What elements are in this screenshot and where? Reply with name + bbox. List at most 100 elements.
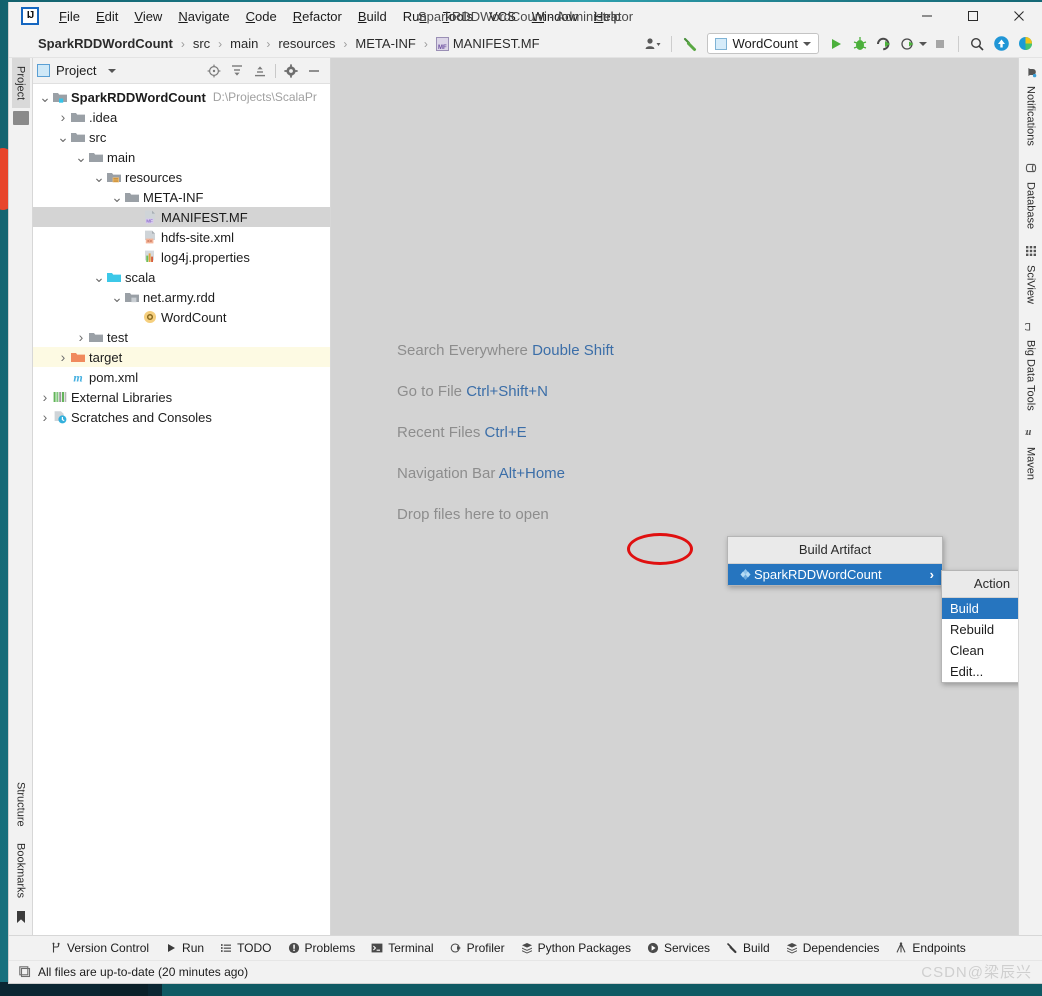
- build-artifact-item-sparkrddwordcount[interactable]: SparkRDDWordCount ›: [728, 564, 942, 585]
- chevron-right-icon[interactable]: ›: [57, 349, 69, 365]
- menu-item-view[interactable]: View: [126, 5, 170, 28]
- user-account-icon[interactable]: [642, 33, 664, 55]
- tree-node-scala[interactable]: ⌄ scala: [33, 267, 330, 287]
- folder-icon: [69, 109, 86, 125]
- maximize-icon[interactable]: [950, 2, 996, 30]
- chevron-down-icon[interactable]: ⌄: [93, 170, 105, 184]
- sidebar-item-sciview[interactable]: SciView: [1022, 237, 1040, 312]
- action-item-edit[interactable]: Edit...: [942, 661, 1018, 682]
- run-with-coverage-icon[interactable]: [873, 33, 895, 55]
- settings-gear-icon[interactable]: [283, 63, 299, 79]
- tool-window-todo[interactable]: TODO: [213, 939, 278, 957]
- sidebar-item-notifications[interactable]: Notifications: [1022, 58, 1040, 154]
- tree-node-manifest-mf[interactable]: MF MANIFEST.MF: [33, 207, 330, 227]
- tool-window-dependencies[interactable]: Dependencies: [779, 939, 887, 957]
- menu-item-navigate[interactable]: Navigate: [170, 5, 237, 28]
- minimize-icon[interactable]: [904, 2, 950, 30]
- external-libraries-icon: [51, 389, 68, 405]
- action-item-clean[interactable]: Clean: [942, 640, 1018, 661]
- menu-item-code[interactable]: Code: [238, 5, 285, 28]
- chevron-down-icon[interactable]: ⌄: [93, 270, 105, 284]
- tree-node-net-army-rdd[interactable]: ⌄ net.army.rdd: [33, 287, 330, 307]
- tool-window-profiler[interactable]: Profiler: [443, 939, 512, 957]
- tool-window-endpoints[interactable]: Endpoints: [888, 939, 972, 957]
- tree-node-sparkrddwordcount[interactable]: ⌄ SparkRDDWordCount D:\Projects\ScalaPr: [33, 87, 330, 107]
- menu-item-refactor[interactable]: Refactor: [285, 5, 350, 28]
- breadcrumb-item-main[interactable]: main: [227, 36, 261, 51]
- tree-node-target[interactable]: › target: [33, 347, 330, 367]
- tool-window-terminal[interactable]: Terminal: [364, 939, 440, 957]
- chevron-right-icon[interactable]: ›: [75, 329, 87, 345]
- sidebar-item-project[interactable]: Project: [11, 58, 30, 109]
- profile-icon[interactable]: [897, 33, 919, 55]
- action-item-build[interactable]: Build: [942, 598, 1018, 619]
- breadcrumb-item-resources[interactable]: resources: [275, 36, 338, 51]
- tree-node-scratches-and-consoles[interactable]: › Scratches and Consoles: [33, 407, 330, 427]
- sidebar-item-structure[interactable]: Structure: [12, 774, 30, 835]
- tree-node-wordcount[interactable]: WordCount: [33, 307, 330, 327]
- tree-node-hdfs-site-xml[interactable]: <> hdfs-site.xml: [33, 227, 330, 247]
- tree-node-resources[interactable]: ⌄ resources: [33, 167, 330, 187]
- project-tree[interactable]: ⌄ SparkRDDWordCount D:\Projects\ScalaPr › .i…: [33, 84, 330, 935]
- tool-window-problems[interactable]: Problems: [281, 939, 363, 957]
- sidebar-item-maven[interactable]: m Maven: [1022, 419, 1040, 488]
- chevron-right-icon[interactable]: ›: [57, 109, 69, 125]
- tree-node-pom-xml[interactable]: m pom.xml: [33, 367, 330, 387]
- tool-window-run[interactable]: Run: [158, 939, 211, 957]
- action-item-rebuild[interactable]: Rebuild: [942, 619, 1018, 640]
- sidebar-item-big-data-tools[interactable]: D Big Data Tools: [1022, 312, 1040, 419]
- chevron-down-icon[interactable]: ⌄: [39, 90, 51, 104]
- expand-all-icon[interactable]: [229, 63, 245, 79]
- project-panel-title[interactable]: Project: [37, 63, 117, 78]
- tree-node-test[interactable]: › test: [33, 327, 330, 347]
- close-icon[interactable]: [996, 2, 1042, 30]
- menu-item-window[interactable]: Window: [524, 5, 586, 28]
- chevron-right-icon[interactable]: ›: [39, 389, 51, 405]
- menu-item-edit[interactable]: Edit: [88, 5, 126, 28]
- tree-node-external-libraries[interactable]: › External Libraries: [33, 387, 330, 407]
- menu-item-file[interactable]: File: [51, 5, 88, 28]
- chevron-down-icon[interactable]: ⌄: [57, 130, 69, 144]
- breadcrumb-label: SparkRDDWordCount: [38, 36, 173, 51]
- breadcrumb-item-manifest-mf[interactable]: MANIFEST.MF: [433, 36, 543, 51]
- tree-node-main[interactable]: ⌄ main: [33, 147, 330, 167]
- tree-node--idea[interactable]: › .idea: [33, 107, 330, 127]
- tree-node-src[interactable]: ⌄ src: [33, 127, 330, 147]
- chevron-down-icon[interactable]: ⌄: [111, 290, 123, 304]
- run-icon[interactable]: [825, 33, 847, 55]
- menu-item-run[interactable]: Run: [395, 5, 435, 28]
- ide-assistant-icon[interactable]: [1014, 33, 1036, 55]
- stop-icon[interactable]: [929, 33, 951, 55]
- sidebar-item-database[interactable]: Database: [1022, 154, 1040, 237]
- chevron-right-icon[interactable]: ›: [39, 409, 51, 425]
- locate-in-tree-icon[interactable]: [206, 63, 222, 79]
- run-configuration-selector[interactable]: WordCount: [707, 33, 819, 54]
- chevron-down-icon[interactable]: ⌄: [75, 150, 87, 164]
- tool-window-build[interactable]: Build: [719, 939, 777, 957]
- svg-text:m: m: [73, 370, 82, 384]
- profile-dropdown-chevron-icon[interactable]: [919, 41, 927, 46]
- menu-item-tools[interactable]: Tools: [435, 5, 481, 28]
- chevron-down-icon[interactable]: ⌄: [111, 190, 123, 204]
- breadcrumb-item-meta-inf[interactable]: META-INF: [352, 36, 418, 51]
- tool-window-services[interactable]: Services: [640, 939, 717, 957]
- tree-node-meta-inf[interactable]: ⌄ META-INF: [33, 187, 330, 207]
- update-project-icon[interactable]: [990, 33, 1012, 55]
- collapse-all-icon[interactable]: [252, 63, 268, 79]
- menu-item-vcs[interactable]: VCS: [481, 5, 524, 28]
- debug-icon[interactable]: [849, 33, 871, 55]
- chevron-down-icon[interactable]: [108, 68, 117, 73]
- breadcrumb-item-src[interactable]: src: [190, 36, 213, 51]
- search-icon[interactable]: [966, 33, 988, 55]
- menu-item-help[interactable]: Help: [586, 5, 629, 28]
- folder-icon: [123, 189, 140, 205]
- tree-node-log4j-properties[interactable]: log4j.properties: [33, 247, 330, 267]
- sidebar-item-bookmarks[interactable]: Bookmarks: [12, 835, 30, 906]
- breadcrumb-item-sparkrddwordcount[interactable]: SparkRDDWordCount: [35, 36, 176, 51]
- tool-window-python-packages[interactable]: Python Packages: [514, 939, 638, 957]
- menu-item-build[interactable]: Build: [350, 5, 395, 28]
- editor-area[interactable]: Search Everywhere Double Shift Go to File…: [331, 58, 1018, 935]
- hide-panel-icon[interactable]: [306, 63, 322, 79]
- build-hammer-icon[interactable]: [679, 33, 701, 55]
- tool-window-version-control[interactable]: Version Control: [43, 939, 156, 957]
